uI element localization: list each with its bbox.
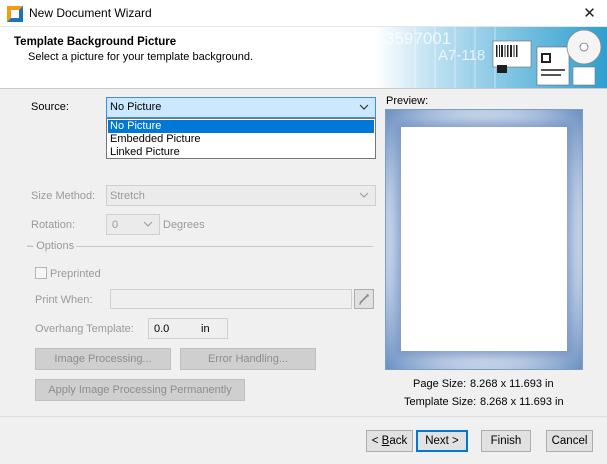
page-title: Template Background Picture [14,36,177,48]
page-size-value: 8.268 x 11.693 in [470,378,554,390]
banner-number: 3597001 [385,29,452,48]
wizard-app-icon [7,6,23,22]
banner-code: A7-118 [438,47,486,64]
overhang-unit: in [201,323,210,335]
rotation-select[interactable]: 0 [106,214,160,235]
chevron-down-icon [143,219,153,229]
rotation-value: 0 [112,219,119,231]
print-when-expression-button[interactable] [354,289,374,309]
preview-page [401,127,567,351]
source-option-linked-picture[interactable]: Linked Picture [108,146,374,159]
finish-button[interactable]: Finish [481,430,531,452]
rotation-label: Rotation: [31,219,76,231]
cancel-button[interactable]: Cancel [546,430,593,452]
source-select[interactable]: No Picture [106,97,376,118]
source-option-embedded-picture[interactable]: Embedded Picture [108,133,374,146]
options-group-label: – Options [27,240,75,252]
apply-image-processing-button[interactable]: Apply Image Processing Permanently [35,379,245,401]
options-divider [76,246,373,247]
footer-divider [0,416,607,417]
size-method-select[interactable]: Stretch [106,185,376,206]
size-method-label: Size Method: [31,190,96,202]
size-method-value: Stretch [110,190,145,202]
source-dropdown-list: No Picture Embedded Picture Linked Pictu… [106,118,376,159]
options-group-text: Options [36,240,75,252]
overhang-template-label: Overhang Template: [35,323,134,335]
preview-panel [385,109,583,370]
window-title: New Document Wizard [29,6,152,20]
preprinted-checkbox[interactable] [35,267,47,279]
back-prefix: < [371,435,382,447]
print-when-input[interactable] [110,289,352,309]
source-label: Source: [31,101,69,113]
error-handling-button[interactable]: Error Handling... [180,348,316,370]
wizard-header: Template Background Picture Select a pic… [0,27,607,89]
page-size-label: Page Size: [413,378,467,390]
back-button[interactable]: < Back [366,430,413,452]
overhang-template-input[interactable]: 0.0 in [148,318,228,339]
print-when-label: Print When: [35,294,93,306]
template-size-value: 8.268 x 11.693 in [480,396,564,408]
source-option-no-picture[interactable]: No Picture [108,120,374,133]
page-subtitle: Select a picture for your template backg… [28,51,254,63]
close-button[interactable]: ✕ [572,0,607,27]
expression-pen-icon [358,293,370,308]
chevron-down-icon [359,190,369,200]
preprinted-label: Preprinted [50,268,101,280]
source-selected-value: No Picture [110,101,162,113]
preview-label: Preview: [386,95,429,107]
next-button[interactable]: Next > [416,430,468,452]
chevron-down-icon [359,102,369,112]
template-size-label: Template Size: [404,396,477,408]
image-processing-button[interactable]: Image Processing... [35,348,171,370]
rotation-unit-label: Degrees [163,219,205,231]
overhang-value: 0.0 [154,323,170,335]
back-rest: ack [389,435,408,447]
